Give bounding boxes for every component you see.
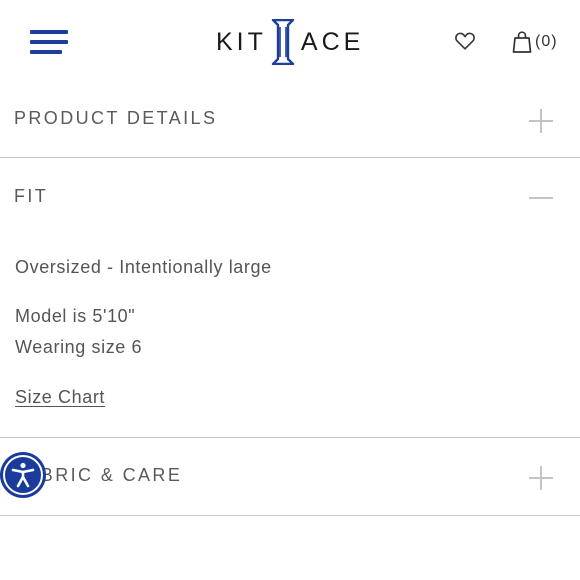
section-title-product-details[interactable]: PRODUCT DETAILS [14,108,217,129]
accessibility-button[interactable] [0,452,46,498]
heart-icon[interactable] [454,30,476,52]
fit-description: Oversized - Intentionally large [15,257,272,277]
accessibility-icon [3,455,43,495]
shopping-bag-icon [512,31,532,53]
divider [0,515,580,516]
logo-text-left: KIT [216,27,267,56]
plus-icon[interactable] [529,109,553,133]
minus-icon[interactable] [529,186,553,210]
menu-icon[interactable] [30,30,70,54]
model-size: Wearing size 6 [15,337,143,357]
logo-text-right: ACE [300,27,365,56]
plus-icon[interactable] [529,466,553,490]
cart-count: (0) [535,33,558,50]
divider [0,437,580,438]
cart-button[interactable]: (0) [512,30,558,54]
logo-mark-icon [271,19,295,65]
size-chart-link[interactable]: Size Chart [15,387,105,408]
section-title-fit[interactable]: FIT [14,186,48,207]
divider [0,157,580,158]
model-height: Model is 5'10" [15,306,136,326]
logo[interactable]: KIT ACE [216,18,364,66]
